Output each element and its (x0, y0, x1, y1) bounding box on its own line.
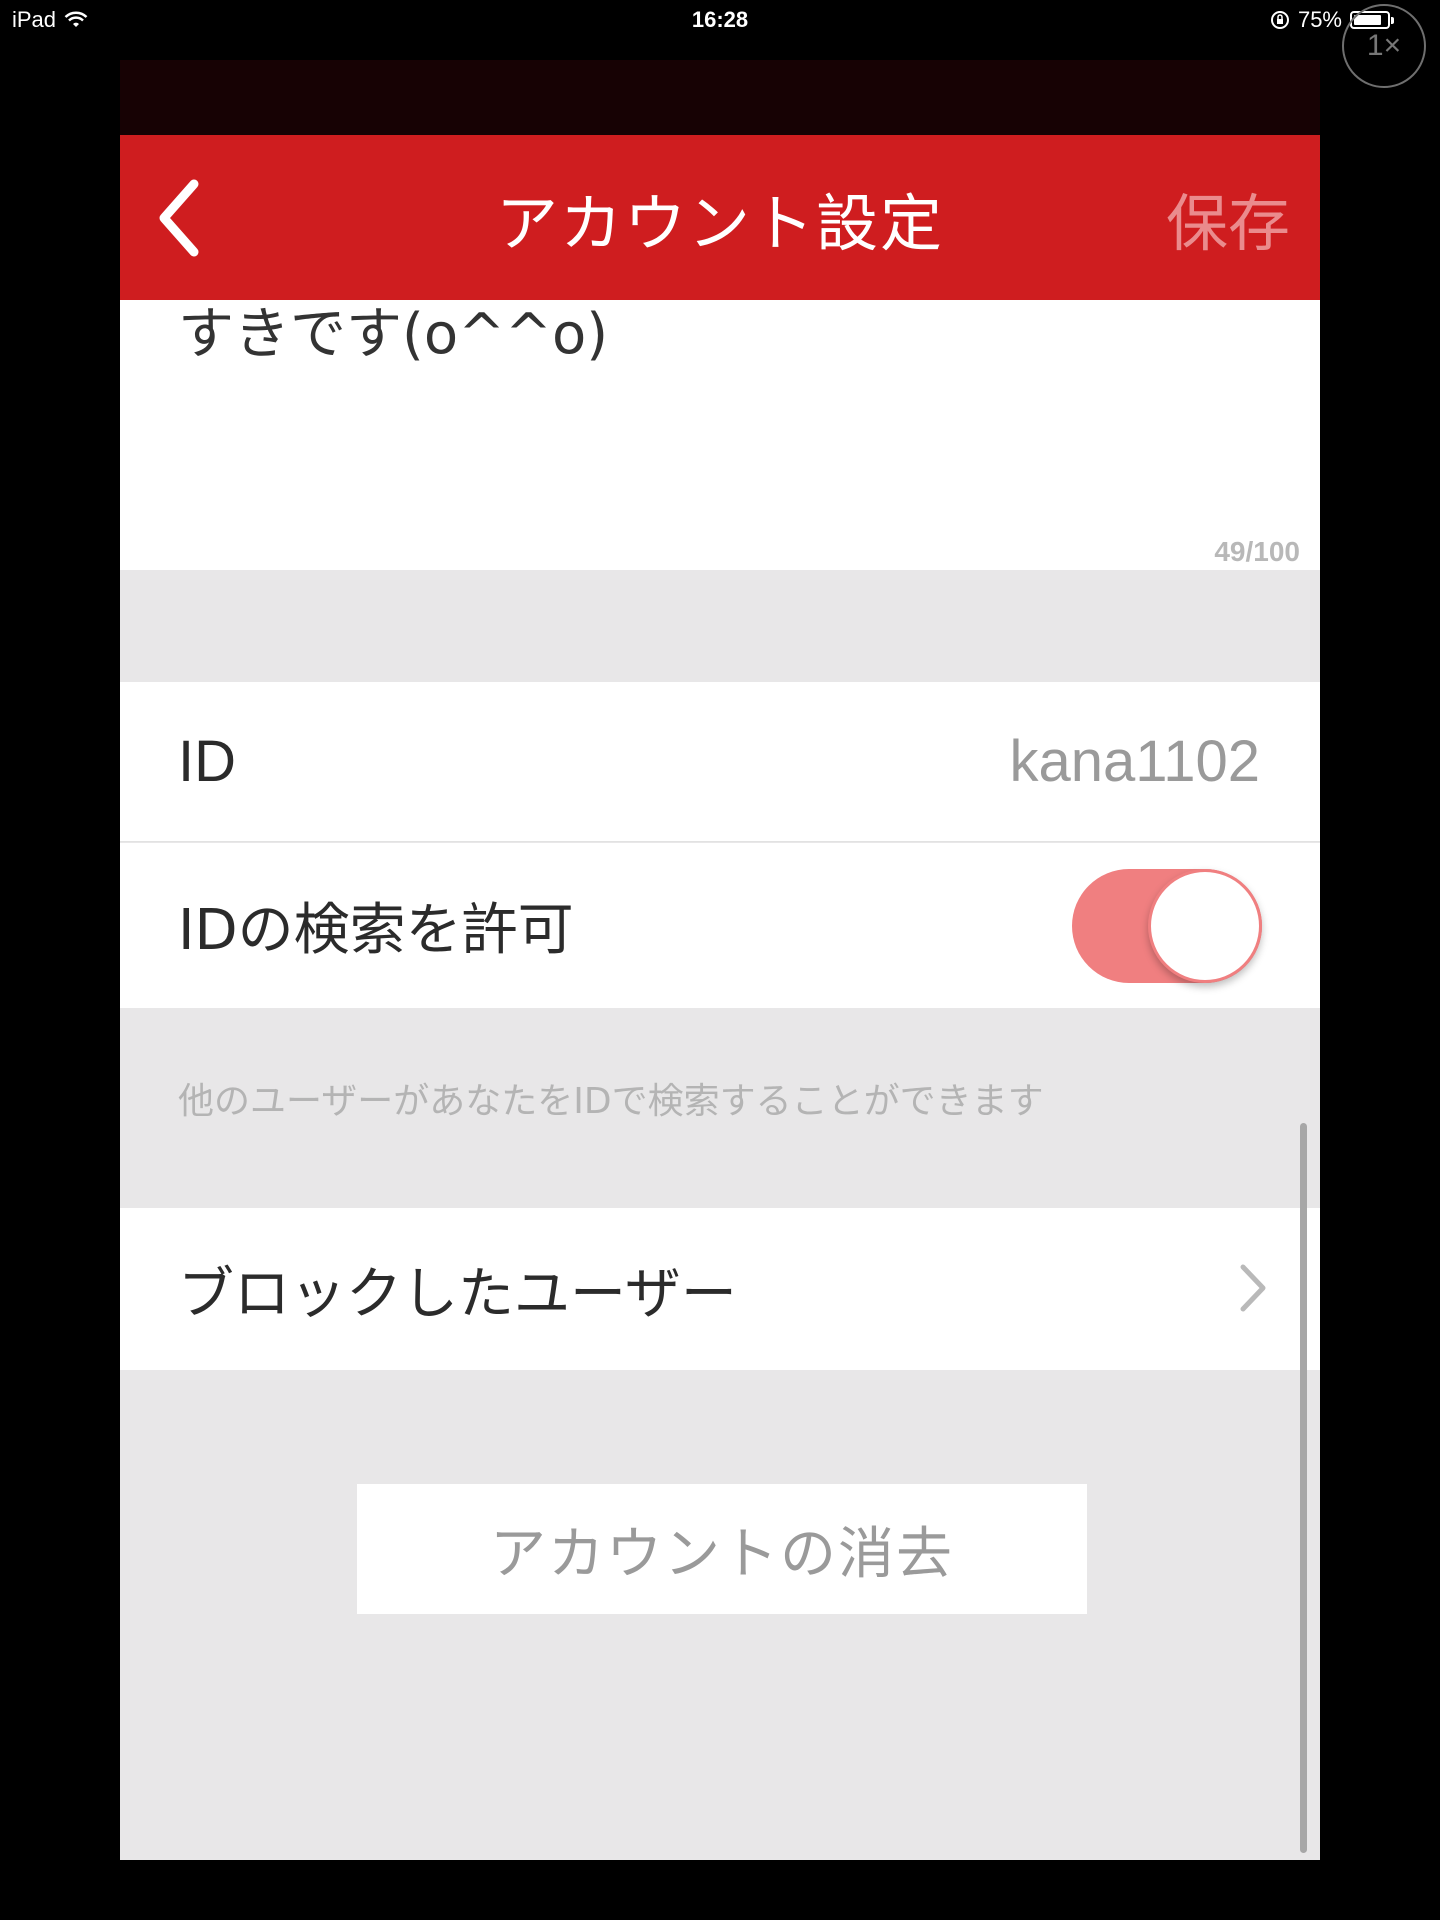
status-bar: iPad 16:28 75% (0, 0, 1440, 40)
id-value: kana1102 (1009, 729, 1261, 794)
orientation-lock-icon (1270, 11, 1289, 29)
id-search-row: IDの検索を許可 (120, 843, 1320, 1008)
id-label: ID (178, 729, 236, 794)
toggle-knob (1148, 869, 1262, 983)
app-top-strip (120, 60, 1320, 135)
nav-bar: アカウント設定 保存 (120, 135, 1320, 300)
delete-account-button[interactable]: アカウントの消去 (357, 1484, 1087, 1614)
battery-percent: 75% (1297, 7, 1342, 32)
app-window: アカウント設定 保存 すきです(o^^o) 49/100 ID kana1102… (120, 60, 1320, 1860)
bio-char-counter: 49/100 (1214, 536, 1300, 567)
status-time: 16:28 (691, 7, 749, 32)
blocked-users-label: ブロックしたユーザー (178, 1261, 737, 1327)
bio-textarea[interactable]: すきです(o^^o) 49/100 (120, 300, 1320, 570)
id-search-toggle[interactable] (1072, 869, 1262, 983)
id-row: ID kana1102 (120, 682, 1320, 842)
page-title: アカウント設定 (495, 186, 944, 260)
id-search-hint: 他のユーザーがあなたをIDで検索することができます (178, 1081, 1044, 1122)
bio-text: すきです(o^^o) (178, 302, 609, 367)
id-search-label: IDの検索を許可 (178, 898, 574, 963)
blocked-users-row[interactable]: ブロックしたユーザー (120, 1208, 1320, 1370)
chevron-right-icon (1240, 1264, 1266, 1312)
scrollbar[interactable] (1300, 1123, 1307, 1853)
save-button[interactable]: 保存 (1166, 135, 1290, 300)
zoom-badge[interactable]: 1× (1342, 4, 1426, 88)
